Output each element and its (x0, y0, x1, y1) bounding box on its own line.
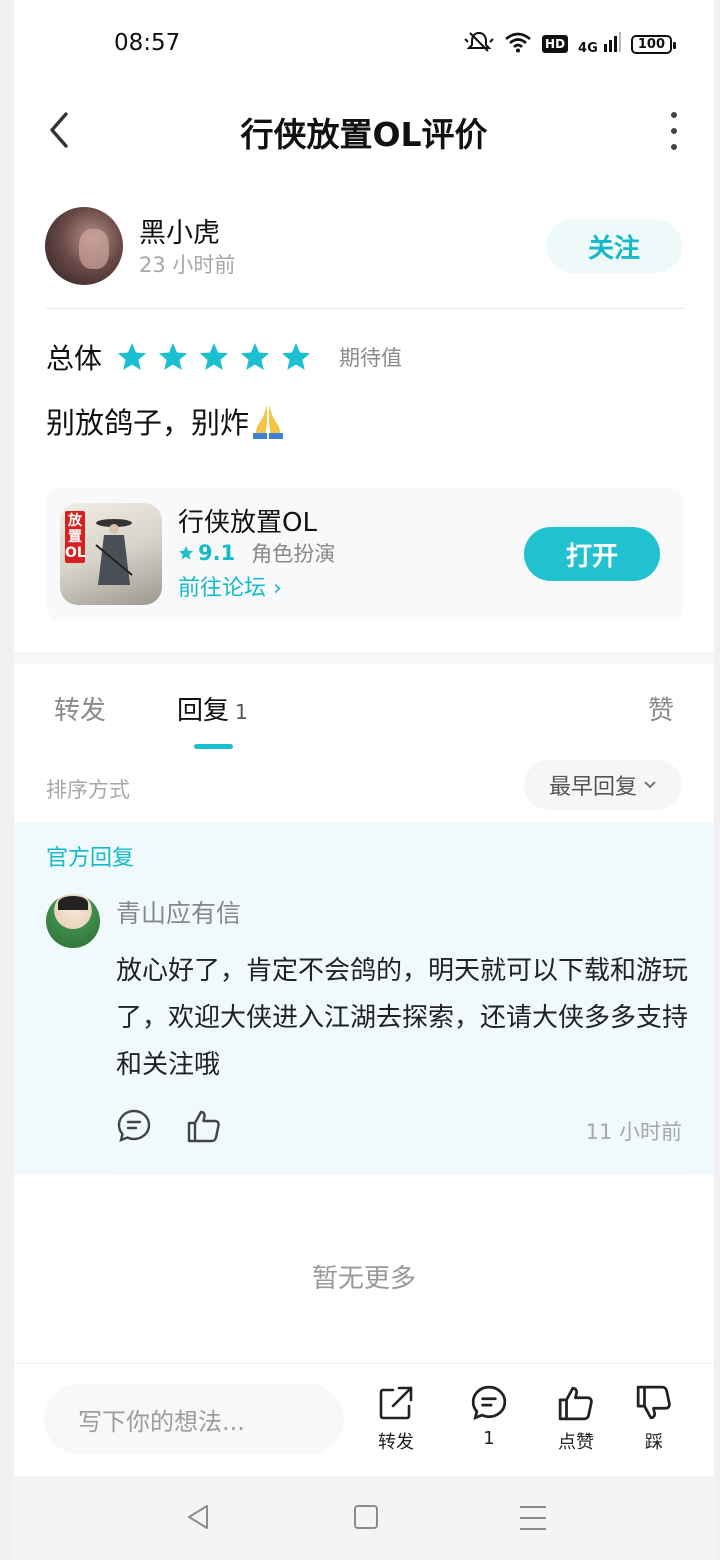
more-options-icon[interactable] (664, 112, 684, 150)
divider (116, 1173, 682, 1174)
avatar[interactable] (46, 894, 100, 948)
screen-frame-left (0, 0, 14, 1560)
official-reply-label: 官方回复 (46, 846, 135, 871)
comment-count: 1 (483, 1428, 495, 1449)
nav-back-icon[interactable] (186, 1504, 210, 1530)
rating-row: 总体 期待值 (46, 336, 402, 378)
comment-icon (471, 1385, 507, 1421)
divider (46, 308, 684, 309)
chevron-down-icon (644, 781, 656, 789)
mute-icon (464, 30, 494, 58)
battery-icon: 100 (630, 34, 677, 54)
review-text: 别放鸽子，别炸 (46, 400, 285, 442)
post-time: 23 小时前 (139, 253, 236, 277)
review-body: 别放鸽子，别炸 (46, 406, 250, 440)
status-bar: 08:57 HD 4G 100 (14, 0, 714, 90)
page-title: 行侠放置OL评价 (240, 115, 488, 154)
star-icon (158, 343, 188, 370)
tab-reply-label: 回复 (177, 696, 230, 726)
app-score-row: 9.1 角色扮演 (178, 538, 335, 568)
rating-type: 期待值 (339, 346, 403, 370)
forum-link[interactable]: 前往论坛 › (178, 570, 282, 602)
app-icon[interactable]: 放置OL (60, 503, 162, 605)
tab-forward[interactable]: 转发 (54, 690, 106, 727)
signal-4g-icon: 4G (578, 32, 621, 56)
app-icon-tag: 放置OL (65, 511, 86, 563)
forward-label: 转发 (378, 1432, 414, 1453)
app-card[interactable]: 放置OL 行侠放置OL 9.1 角色扮演 前往论坛 › 打开 (46, 488, 684, 620)
hd-icon: HD (542, 35, 569, 53)
thumbs-down-icon (636, 1385, 671, 1420)
reply-time: 11 小时前 (585, 1120, 682, 1144)
top-bar: 行侠放置OL评价 (14, 90, 714, 170)
status-time: 08:57 (114, 30, 181, 56)
nav-home-icon[interactable] (354, 1505, 378, 1529)
forward-button[interactable]: 转发 (366, 1384, 426, 1454)
rating-label: 总体 (46, 342, 103, 375)
status-icons: HD 4G 100 (464, 30, 677, 58)
official-reply: 官方回复 青山应有信 放心好了，肯定不会鸽的，明天就可以下载和游玩了，欢迎大侠进… (14, 822, 714, 1174)
tab-reply-count: 1 (235, 700, 248, 724)
reply-author-name[interactable]: 青山应有信 (116, 894, 241, 930)
dislike-button[interactable]: 踩 (624, 1384, 684, 1454)
tabs: 转发 回复 1 赞 (14, 664, 714, 760)
sort-dropdown[interactable]: 最早回复 (524, 760, 682, 810)
screen-frame-right (714, 0, 720, 1560)
tab-reply[interactable]: 回复 1 (177, 690, 248, 727)
avatar[interactable] (45, 207, 123, 285)
thumbs-up-icon[interactable] (186, 1108, 222, 1144)
network-type: 4G (578, 41, 598, 56)
wifi-icon (504, 31, 532, 57)
praying-hands-icon (253, 405, 284, 439)
sort-label: 排序方式 (46, 778, 130, 802)
tab-active-indicator (194, 744, 233, 749)
author-name[interactable]: 黑小虎 (139, 211, 220, 250)
like-label: 点赞 (558, 1432, 594, 1453)
sort-row: 排序方式 最早回复 (14, 760, 714, 816)
comment-icon[interactable] (116, 1108, 152, 1144)
nav-recents-icon[interactable] (520, 1506, 546, 1530)
star-icon (117, 343, 147, 370)
star-icon (281, 343, 311, 370)
open-app-button[interactable]: 打开 (524, 527, 660, 581)
review-author: 黑小虎 23 小时前 关注 (14, 205, 714, 291)
no-more-text: 暂无更多 (311, 1264, 416, 1294)
reply-actions (116, 1108, 222, 1144)
section-gap (14, 652, 714, 664)
app-score: 9.1 (198, 541, 236, 565)
comment-input[interactable]: 写下你的想法... (44, 1384, 344, 1454)
bottom-action-bar: 写下你的想法... 转发 1 点赞 踩 (14, 1363, 714, 1475)
dislike-label: 踩 (645, 1432, 663, 1453)
system-nav-bar (14, 1476, 714, 1560)
tab-like[interactable]: 赞 (648, 690, 674, 727)
comment-button[interactable]: 1 (459, 1384, 519, 1449)
thumbs-up-icon (558, 1386, 593, 1421)
reply-body: 放心好了，肯定不会鸽的，明天就可以下载和游玩了，欢迎大侠进入江湖去探索，还请大侠… (116, 956, 689, 1080)
share-icon (379, 1386, 413, 1420)
star-icon (178, 546, 194, 560)
app-genre: 角色扮演 (251, 542, 336, 566)
star-icon (240, 343, 270, 370)
follow-button[interactable]: 关注 (546, 219, 682, 273)
swordsman-figure (95, 519, 133, 585)
sort-selected: 最早回复 (548, 775, 637, 800)
app-name[interactable]: 行侠放置OL (178, 502, 317, 539)
star-icon (199, 343, 229, 370)
like-button[interactable]: 点赞 (546, 1384, 606, 1454)
